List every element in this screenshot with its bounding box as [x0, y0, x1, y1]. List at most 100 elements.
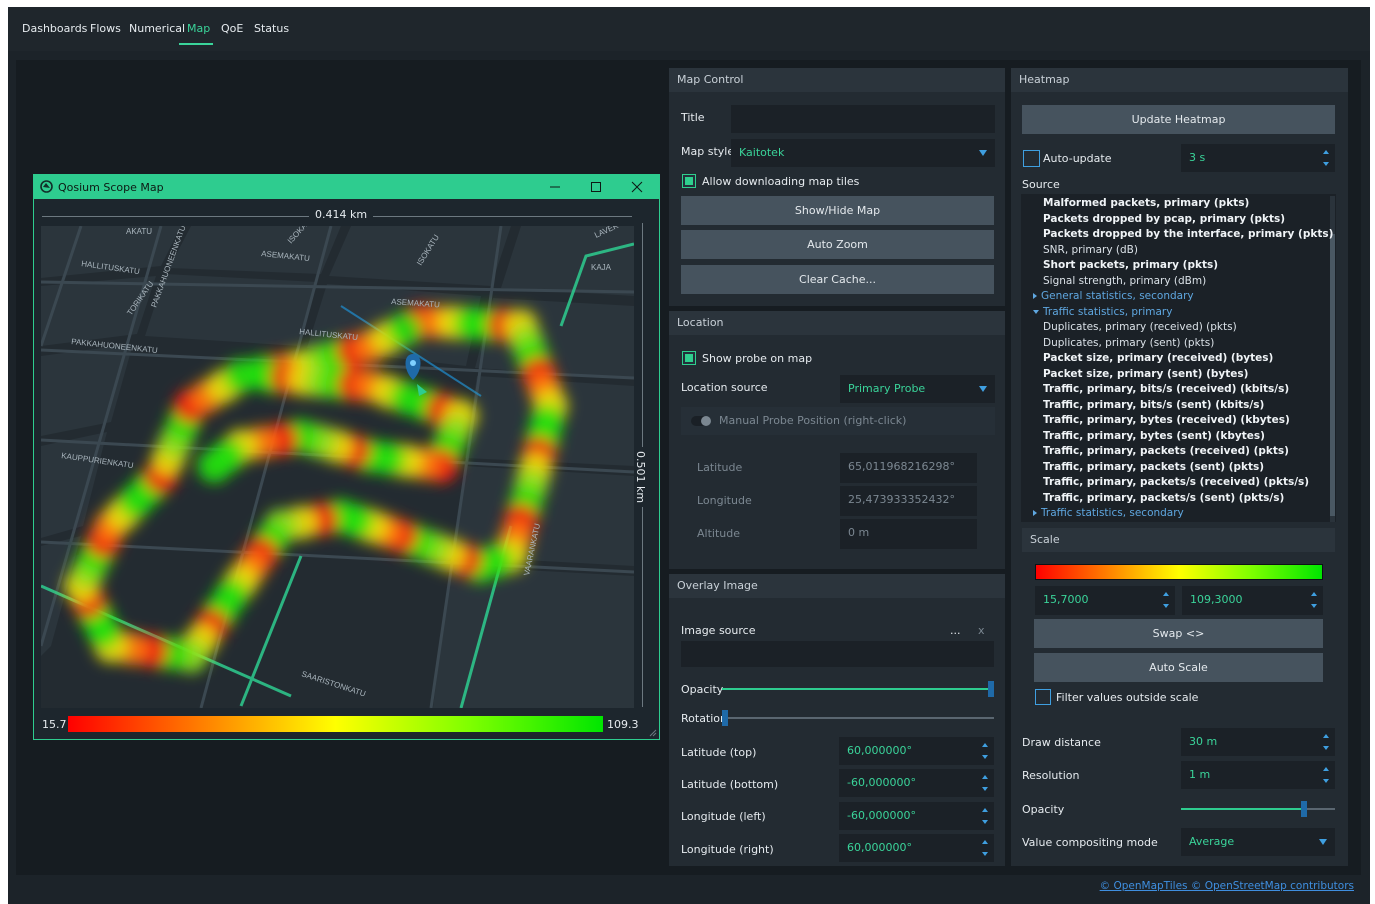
source-group[interactable]: General statistics, secondary [1033, 290, 1194, 302]
source-item[interactable]: Traffic, primary, bits/s (sent) (kbits/s… [1043, 399, 1264, 411]
image-source-input[interactable] [681, 641, 994, 667]
tab-dashboards[interactable]: Dashboards [22, 22, 87, 35]
auto-update-checkbox[interactable] [1023, 150, 1040, 167]
altitude-field[interactable]: 0 m [840, 519, 977, 549]
minimize-icon[interactable] [549, 182, 561, 192]
show-probe-checkbox[interactable] [682, 351, 696, 365]
collapse-arrow-icon[interactable] [1033, 510, 1037, 516]
source-item[interactable]: Traffic, primary, packets (received) (pk… [1043, 445, 1289, 457]
show-hide-map-button[interactable]: Show/Hide Map [681, 196, 994, 225]
location-source-label: Location source [681, 381, 768, 394]
auto-zoom-button[interactable]: Auto Zoom [681, 230, 994, 259]
compositing-dropdown[interactable]: Average [1181, 828, 1335, 856]
title-label: Title [681, 111, 705, 124]
resize-grip-icon[interactable] [649, 729, 657, 737]
title-input[interactable] [731, 105, 995, 133]
slider-handle[interactable] [722, 710, 728, 726]
street-label: SAARISTONKATU [300, 669, 367, 698]
overlay-image-panel: Overlay Image Image source ... x Opacity… [669, 574, 1005, 866]
map-attribution-link[interactable]: © OpenMapTiles © OpenStreetMap contribut… [1100, 880, 1354, 892]
source-scrollbar[interactable] [1330, 196, 1335, 522]
draw-distance-spinbox[interactable]: 30 m [1181, 728, 1335, 756]
slider-handle[interactable] [988, 681, 994, 697]
source-item[interactable]: Traffic, primary, packets/s (received) (… [1043, 476, 1309, 488]
latitude-field[interactable]: 65,011968216298° [840, 453, 977, 483]
expand-arrow-icon[interactable] [1033, 309, 1039, 314]
close-icon[interactable] [631, 181, 643, 193]
auto-update-interval[interactable]: 3 s [1181, 144, 1335, 172]
top-nav: Dashboards Flows Numerical Map QoE Statu… [8, 7, 1370, 51]
source-item[interactable]: Packets dropped by pcap, primary (pkts) [1043, 213, 1285, 225]
heat-sample [197, 449, 232, 483]
location-source-dropdown[interactable]: Primary Probe [840, 375, 995, 403]
source-item[interactable]: Packet size, primary (received) (bytes) [1043, 352, 1273, 364]
clear-cache-button[interactable]: Clear Cache... [681, 265, 994, 294]
source-item[interactable]: SNR, primary (dB) [1043, 244, 1138, 256]
manual-position-label: Manual Probe Position (right-click) [719, 414, 907, 427]
longitude-field[interactable]: 25,473933352432° [840, 486, 977, 516]
map-window-titlebar[interactable]: Qosium Scope Map [34, 175, 659, 199]
source-item[interactable]: Traffic, primary, packets/s (sent) (pkts… [1043, 492, 1284, 504]
map-style-dropdown[interactable]: Kaitotek [731, 139, 995, 167]
heatmap-opacity-slider[interactable] [1181, 801, 1335, 817]
source-group[interactable]: Traffic statistics, primary [1033, 306, 1172, 318]
chevron-down-icon [979, 150, 987, 156]
street-label: KAJA [591, 263, 612, 272]
collapse-arrow-icon[interactable] [1033, 293, 1037, 299]
auto-scale-button[interactable]: Auto Scale [1034, 653, 1323, 682]
swap-button[interactable]: Swap <> [1034, 619, 1323, 648]
auto-update-label: Auto-update [1043, 152, 1112, 165]
source-item[interactable]: Traffic, primary, bytes (received) (kbyt… [1043, 414, 1290, 426]
slider-handle[interactable] [1301, 801, 1308, 817]
update-heatmap-button[interactable]: Update Heatmap [1022, 105, 1335, 134]
tab-qoe[interactable]: QoE [221, 22, 243, 35]
filter-values-label: Filter values outside scale [1056, 691, 1199, 704]
source-item[interactable]: Traffic, primary, bytes (sent) (kbytes) [1043, 430, 1265, 442]
overlay-rotation-slider[interactable] [722, 710, 994, 726]
map-view[interactable]: HALLITUSKATU ASEMAKATU TORIKATU ASEMAKATU HA… [41, 226, 634, 708]
tab-numerical[interactable]: Numerical [129, 22, 185, 35]
source-item[interactable]: Packet size, primary (sent) (bytes) [1043, 368, 1248, 380]
source-tree[interactable]: Malformed packets, primary (pkts) Packets… [1021, 194, 1336, 522]
source-item[interactable]: Traffic, primary, packets (sent) (pkts) [1043, 461, 1264, 473]
filter-values-checkbox[interactable] [1035, 689, 1051, 705]
source-item[interactable]: Malformed packets, primary (pkts) [1043, 197, 1249, 209]
scale-max-spinbox[interactable]: 109,3000 [1182, 586, 1323, 615]
app-logo-icon [40, 180, 53, 193]
resolution-spinbox[interactable]: 1 m [1181, 761, 1335, 789]
legend-min-label: 15.7 [42, 718, 67, 731]
horizontal-scale-label: 0.414 km [309, 208, 374, 221]
lat-top-label: Latitude (top) [681, 746, 757, 759]
street-label: AKATU [126, 227, 152, 236]
map-style-label: Map style [681, 145, 735, 158]
map-canvas[interactable]: HALLITUSKATUASEMAKATUTORIKATU ASEMAKATUHA… [41, 226, 634, 708]
source-item[interactable]: Traffic, primary, bits/s (received) (kbi… [1043, 383, 1289, 395]
map-control-panel: Map Control Title Map style Kaitotek All… [669, 68, 1005, 306]
source-item[interactable]: Signal strength, primary (dBm) [1043, 275, 1206, 287]
overlay-opacity-slider[interactable] [722, 681, 994, 697]
scale-min-spinbox[interactable]: 15,7000 [1035, 586, 1175, 615]
latitude-label: Latitude [697, 461, 743, 474]
source-group[interactable]: Traffic statistics, secondary [1033, 507, 1184, 519]
lat-top-spinbox[interactable]: 60,000000° [839, 737, 994, 765]
manual-position-row: Manual Probe Position (right-click) [681, 407, 995, 435]
tab-status[interactable]: Status [254, 22, 289, 35]
clear-image-button[interactable]: x [978, 624, 985, 637]
source-item[interactable]: Packets dropped by the interface, primar… [1043, 228, 1333, 240]
tab-flows[interactable]: Flows [90, 22, 121, 35]
lat-bottom-spinbox[interactable]: -60,000000° [839, 769, 994, 797]
rotation-label: Rotation [681, 712, 728, 725]
source-item[interactable]: Duplicates, primary (received) (pkts) [1043, 321, 1237, 333]
lon-left-spinbox[interactable]: -60,000000° [839, 802, 994, 830]
lon-right-spinbox[interactable]: 60,000000° [839, 834, 994, 862]
tab-map[interactable]: Map [187, 22, 210, 35]
allow-download-checkbox[interactable] [682, 174, 696, 188]
maximize-icon[interactable] [590, 181, 602, 193]
source-item[interactable]: Duplicates, primary (sent) (pkts) [1043, 337, 1214, 349]
scale-gradient-bar [1035, 564, 1323, 580]
chevron-down-icon [979, 386, 987, 392]
source-item[interactable]: Short packets, primary (pkts) [1043, 259, 1218, 271]
browse-button[interactable]: ... [950, 624, 961, 637]
manual-position-toggle[interactable] [691, 416, 711, 426]
compositing-label: Value compositing mode [1022, 836, 1158, 849]
